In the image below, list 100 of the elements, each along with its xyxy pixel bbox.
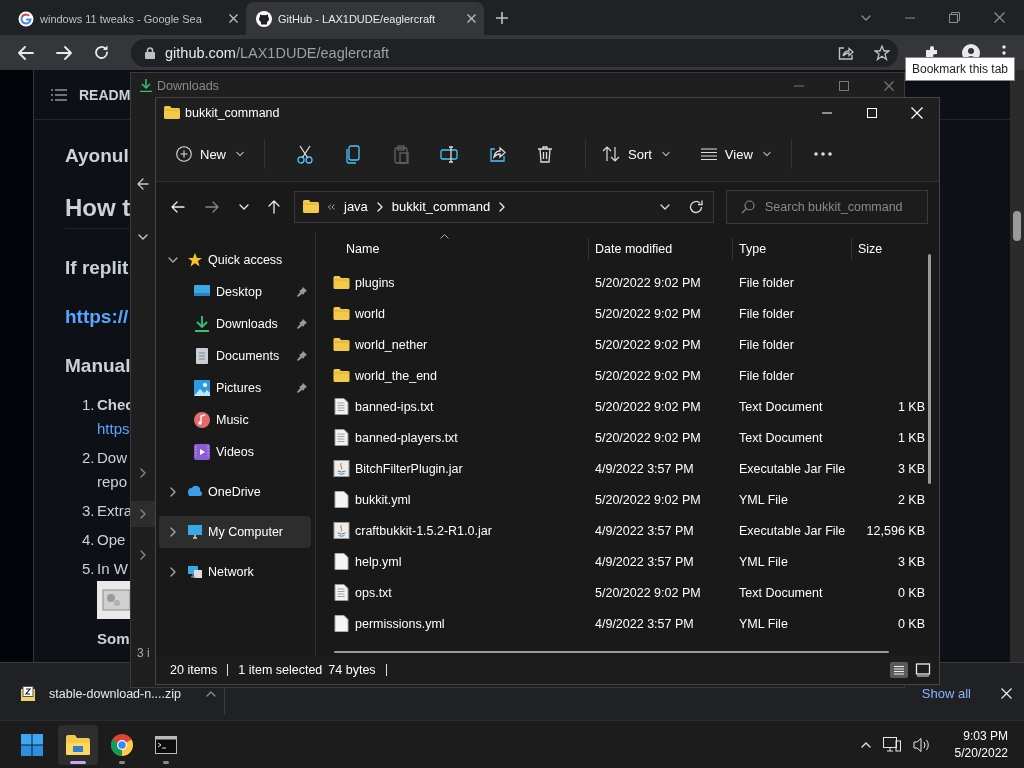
chevron-right-icon[interactable] xyxy=(140,550,146,560)
column-header[interactable]: Date modified xyxy=(589,238,733,260)
file-name[interactable]: bukkit.yml xyxy=(355,492,411,507)
chevron-right-icon[interactable] xyxy=(170,567,176,577)
nav-item[interactable]: Quick access xyxy=(159,244,311,276)
file-name[interactable]: ops.txt xyxy=(355,585,392,600)
file-name[interactable]: BitchFilterPlugin.jar xyxy=(355,461,463,476)
chevron-right-icon[interactable] xyxy=(140,509,146,519)
tiles-view-icon[interactable] xyxy=(914,662,932,678)
chevron-right-icon[interactable] xyxy=(170,487,176,497)
volume-icon[interactable] xyxy=(912,736,931,753)
share-icon[interactable] xyxy=(838,45,854,60)
nav-item[interactable]: Pictures xyxy=(159,372,311,404)
rename-icon[interactable] xyxy=(440,144,458,164)
file-name[interactable]: world_nether xyxy=(355,337,428,352)
nav-item[interactable]: Music xyxy=(159,404,311,436)
heading-text: If replit xyxy=(65,256,129,280)
taskbar-app[interactable] xyxy=(58,724,98,765)
film-icon xyxy=(194,444,210,460)
caret-icon[interactable] xyxy=(236,151,244,157)
address-bar[interactable]: github.com/LAX1DUDE/eaglercraft xyxy=(131,38,898,67)
file-name[interactable]: craftbukkit-1.5.2-R1.0.jar xyxy=(355,523,492,538)
list-number: 4. xyxy=(82,530,96,550)
breadcrumb-item[interactable]: bukkit_command xyxy=(391,199,491,214)
browser-tab[interactable]: GitHub - LAX1DUDE/eaglercraft xyxy=(246,2,484,35)
details-view-icon[interactable] xyxy=(890,662,908,678)
column-header[interactable]: Name xyxy=(316,238,589,260)
share-icon[interactable] xyxy=(488,144,506,164)
scrollbar[interactable] xyxy=(334,651,889,653)
tab-search-icon[interactable] xyxy=(861,14,871,21)
chevron-right-icon[interactable] xyxy=(140,468,146,478)
file-name[interactable]: help.yml xyxy=(355,554,402,569)
download-file-name[interactable]: stable-download-n....zip xyxy=(49,687,182,701)
scrollbar[interactable] xyxy=(928,254,931,484)
link[interactable]: https:// xyxy=(65,302,129,332)
file-name[interactable]: permissions.yml xyxy=(355,616,445,631)
file-name[interactable]: world_the_end xyxy=(355,368,437,383)
nav-item[interactable]: Network xyxy=(159,556,311,588)
close-icon[interactable] xyxy=(229,14,238,23)
chevron-up-icon[interactable] xyxy=(860,741,871,748)
file-name[interactable]: banned-players.txt xyxy=(355,430,458,445)
tab-title: windows 11 tweaks - Google Sea xyxy=(40,12,203,25)
breadcrumb-chevron-icon[interactable] xyxy=(376,201,383,212)
zip-file-icon[interactable] xyxy=(20,686,36,702)
double-chevron-icon[interactable] xyxy=(328,203,335,210)
list-number: 3. xyxy=(82,501,96,521)
cut-icon[interactable] xyxy=(296,144,314,164)
folder-icon xyxy=(333,338,350,351)
forward-icon[interactable] xyxy=(205,200,219,213)
lock-icon xyxy=(145,46,155,59)
column-header[interactable]: Size xyxy=(852,238,925,260)
nav-item[interactable]: OneDrive xyxy=(159,476,311,508)
up-icon[interactable] xyxy=(268,199,280,214)
refresh-icon[interactable] xyxy=(689,199,703,214)
caret-icon[interactable] xyxy=(762,151,771,157)
heading-text: Manual xyxy=(65,354,131,378)
nav-item[interactable]: Desktop xyxy=(159,276,311,308)
network-icon xyxy=(187,564,203,580)
nav-item[interactable]: Downloads xyxy=(159,308,311,340)
file-name[interactable]: world xyxy=(355,306,385,321)
list-icon[interactable] xyxy=(51,88,67,101)
tab-title: GitHub - LAX1DUDE/eaglercraft xyxy=(278,12,437,25)
reload-icon[interactable] xyxy=(94,45,109,60)
scrollbar[interactable] xyxy=(1010,70,1024,662)
sort-button[interactable]: Sort xyxy=(602,146,674,162)
caret-icon[interactable] xyxy=(661,151,670,157)
view-button[interactable]: View xyxy=(700,146,775,162)
network-icon[interactable] xyxy=(882,736,901,753)
new-tab-icon[interactable] xyxy=(496,12,508,24)
breadcrumb-chevron-icon[interactable] xyxy=(499,201,506,212)
address-field[interactable]: java bukkit_command xyxy=(294,190,714,223)
start-icon[interactable] xyxy=(21,733,43,756)
back-icon[interactable] xyxy=(137,178,149,190)
chevron-down-icon[interactable] xyxy=(138,234,148,240)
show-all-link[interactable]: Show all xyxy=(921,687,971,701)
nav-item[interactable]: Videos xyxy=(159,436,311,468)
file-size: 12,596 KB xyxy=(866,523,925,538)
link[interactable]: https xyxy=(97,417,130,441)
file-name[interactable]: plugins xyxy=(355,275,395,290)
file-name[interactable]: banned-ips.txt xyxy=(355,399,434,414)
breadcrumb-item[interactable]: java xyxy=(344,199,368,214)
nav-item[interactable]: My Computer xyxy=(159,516,311,548)
bookmark-star-icon[interactable] xyxy=(874,44,890,61)
search-field[interactable]: Search bukkit_command xyxy=(726,189,928,224)
browser-tab[interactable]: windows 11 tweaks - Google Sea xyxy=(8,2,246,35)
java-file-icon xyxy=(333,522,350,539)
chevron-down-icon[interactable] xyxy=(168,257,178,263)
dropdown-chevron-icon[interactable] xyxy=(660,203,670,210)
trash-icon[interactable] xyxy=(536,144,554,164)
recent-chevron-icon[interactable] xyxy=(239,203,249,210)
chevron-right-icon[interactable] xyxy=(170,527,176,537)
column-header[interactable]: Type xyxy=(733,238,852,260)
restore-icon[interactable] xyxy=(949,12,960,23)
caret-icon[interactable] xyxy=(206,691,217,697)
copy-icon[interactable] xyxy=(344,144,362,164)
new-button[interactable]: New xyxy=(176,146,248,162)
more-icon[interactable] xyxy=(813,152,832,156)
back-icon[interactable] xyxy=(18,45,34,60)
close-icon[interactable] xyxy=(467,14,476,23)
nav-item[interactable]: Documents xyxy=(159,340,311,372)
